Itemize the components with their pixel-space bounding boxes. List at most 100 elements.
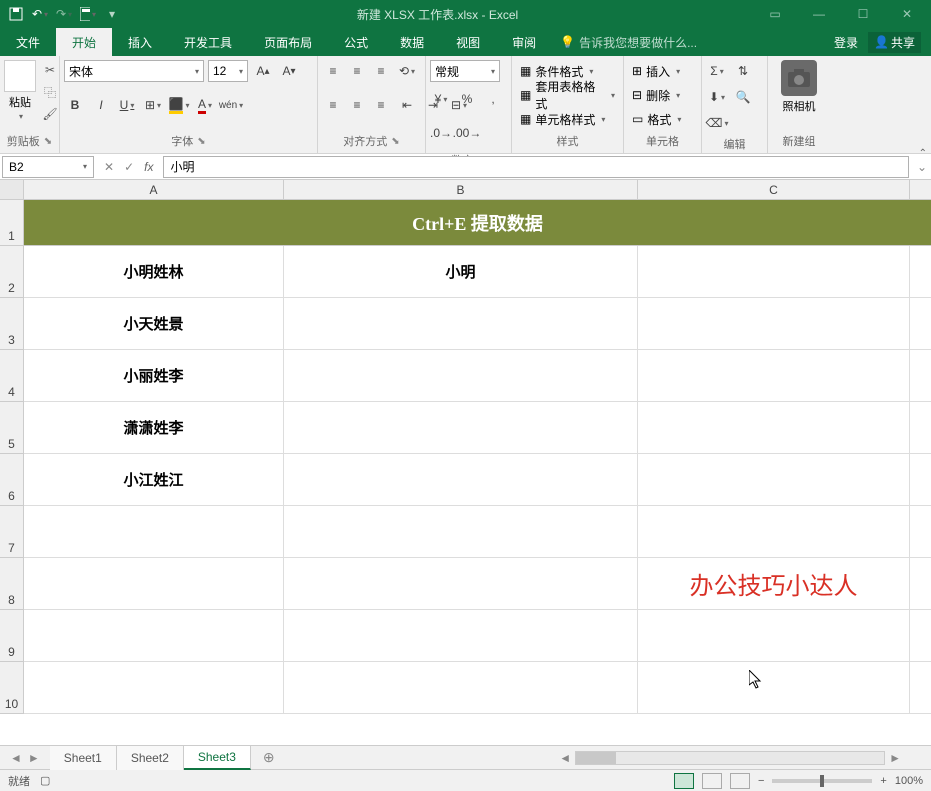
cell-B10[interactable] [284, 662, 638, 713]
cell-C2[interactable] [638, 246, 910, 297]
comma-icon[interactable]: , [482, 88, 504, 110]
cell-B5[interactable] [284, 402, 638, 453]
ribbon-options-icon[interactable]: ▭ [755, 2, 795, 26]
row-header-2[interactable]: 2 [0, 246, 24, 298]
percent-icon[interactable]: % [456, 88, 478, 110]
cell-C4[interactable] [638, 350, 910, 401]
cell-C5[interactable] [638, 402, 910, 453]
cell-C9[interactable] [638, 610, 910, 661]
horizontal-scrollbar[interactable]: ◄ ► [287, 751, 931, 765]
undo-icon[interactable]: ↶▾ [32, 6, 48, 22]
font-name-select[interactable]: 宋体▾ [64, 60, 204, 82]
cell-B8[interactable] [284, 558, 638, 609]
select-all-triangle[interactable] [0, 180, 24, 199]
cell-A9[interactable] [24, 610, 284, 661]
tab-formula[interactable]: 公式 [328, 28, 384, 56]
cell-A5[interactable]: 潇潇姓李 [24, 402, 284, 453]
cell-style-button[interactable]: ▦单元格样式▾ [516, 108, 609, 130]
row-header-8[interactable]: 8 [0, 558, 24, 610]
align-bottom-icon[interactable]: ≡ [370, 60, 392, 82]
decrease-decimal-icon[interactable]: .00→ [456, 122, 478, 144]
fx-icon[interactable]: fx [144, 160, 153, 174]
zoom-out-icon[interactable]: − [758, 775, 764, 787]
phonetic-guide-button[interactable]: wén▾ [220, 94, 242, 116]
row-header-10[interactable]: 10 [0, 662, 24, 714]
align-left-icon[interactable]: ≡ [322, 94, 344, 116]
tab-layout[interactable]: 页面布局 [248, 28, 328, 56]
font-launcher-icon[interactable]: ⬊ [197, 136, 205, 147]
delete-cells-button[interactable]: ⊟删除▾ [628, 84, 684, 106]
cell-C3[interactable] [638, 298, 910, 349]
zoom-value[interactable]: 100% [895, 775, 923, 787]
collapse-ribbon-icon[interactable]: ⌃ [919, 148, 927, 159]
paste-button[interactable]: 粘贴 ▾ [4, 60, 36, 121]
cell-A3[interactable]: 小天姓景 [24, 298, 284, 349]
fill-color-button[interactable]: ⬛▾ [168, 94, 190, 116]
tab-review[interactable]: 审阅 [496, 28, 552, 56]
zoom-in-icon[interactable]: + [880, 775, 886, 787]
cell-A7[interactable] [24, 506, 284, 557]
page-break-view-icon[interactable] [730, 773, 750, 789]
macro-record-icon[interactable]: ▢ [40, 774, 50, 787]
align-middle-icon[interactable]: ≡ [346, 60, 368, 82]
enter-fx-icon[interactable]: ✓ [124, 160, 134, 174]
decrease-indent-icon[interactable]: ⇤ [396, 94, 418, 116]
table-format-button[interactable]: ▦套用表格格式▾ [516, 84, 619, 106]
align-launcher-icon[interactable]: ⬊ [391, 136, 399, 147]
minimize-icon[interactable]: — [799, 2, 839, 26]
fill-icon[interactable]: ⬇▾ [706, 86, 728, 108]
copy-icon[interactable]: ⿻ [40, 82, 60, 102]
calculator-icon[interactable]: ▾ [80, 6, 96, 22]
tab-view[interactable]: 视图 [440, 28, 496, 56]
cell-B4[interactable] [284, 350, 638, 401]
cell-C10[interactable] [638, 662, 910, 713]
font-size-select[interactable]: 12▾ [208, 60, 248, 82]
merged-title-cell[interactable]: Ctrl+E 提取数据 [24, 200, 931, 246]
page-layout-view-icon[interactable] [702, 773, 722, 789]
cell-A2[interactable]: 小明姓林 [24, 246, 284, 297]
cell-A4[interactable]: 小丽姓李 [24, 350, 284, 401]
normal-view-icon[interactable] [674, 773, 694, 789]
share-button[interactable]: 👤共享 [868, 32, 921, 53]
redo-icon[interactable]: ↷▾ [56, 6, 72, 22]
cell-C6[interactable] [638, 454, 910, 505]
accounting-format-icon[interactable]: ¥▾ [430, 88, 452, 110]
next-sheet-icon[interactable]: ► [28, 751, 40, 765]
decrease-font-icon[interactable]: A▾ [278, 60, 300, 82]
cut-icon[interactable]: ✂ [40, 60, 60, 80]
col-header-B[interactable]: B [284, 180, 638, 199]
tab-home[interactable]: 开始 [56, 28, 112, 56]
formula-input[interactable]: 小明 [163, 156, 909, 178]
cell-B7[interactable] [284, 506, 638, 557]
zoom-slider[interactable] [772, 779, 872, 783]
insert-cells-button[interactable]: ⊞插入▾ [628, 60, 684, 82]
format-cells-button[interactable]: ▭格式▾ [628, 108, 685, 130]
cell-B3[interactable] [284, 298, 638, 349]
align-top-icon[interactable]: ≡ [322, 60, 344, 82]
col-header-A[interactable]: A [24, 180, 284, 199]
cell-A10[interactable] [24, 662, 284, 713]
cell-C7[interactable] [638, 506, 910, 557]
format-painter-icon[interactable]: 🖌 [40, 104, 60, 124]
border-button[interactable]: ⊞▾ [142, 94, 164, 116]
find-select-icon[interactable]: 🔍 [732, 86, 754, 108]
cell-A8[interactable] [24, 558, 284, 609]
cell-B2[interactable]: 小明 [284, 246, 638, 297]
expand-formula-bar-icon[interactable]: ⌄ [913, 160, 931, 174]
camera-button[interactable] [781, 60, 817, 96]
clipboard-launcher-icon[interactable]: ⬊ [44, 136, 52, 147]
cancel-fx-icon[interactable]: ✕ [104, 160, 114, 174]
maximize-icon[interactable]: ☐ [843, 2, 883, 26]
align-right-icon[interactable]: ≡ [370, 94, 392, 116]
sheet-tab-2[interactable]: Sheet2 [117, 746, 184, 770]
orientation-icon[interactable]: ⟲▾ [396, 60, 418, 82]
name-box[interactable]: B2▾ [2, 156, 94, 178]
row-header-9[interactable]: 9 [0, 610, 24, 662]
tab-insert[interactable]: 插入 [112, 28, 168, 56]
bold-button[interactable]: B [64, 94, 86, 116]
align-center-icon[interactable]: ≡ [346, 94, 368, 116]
tell-me-search[interactable]: 💡 告诉我您想要做什么... [552, 34, 697, 51]
login-link[interactable]: 登录 [834, 34, 858, 51]
row-header-3[interactable]: 3 [0, 298, 24, 350]
row-header-5[interactable]: 5 [0, 402, 24, 454]
